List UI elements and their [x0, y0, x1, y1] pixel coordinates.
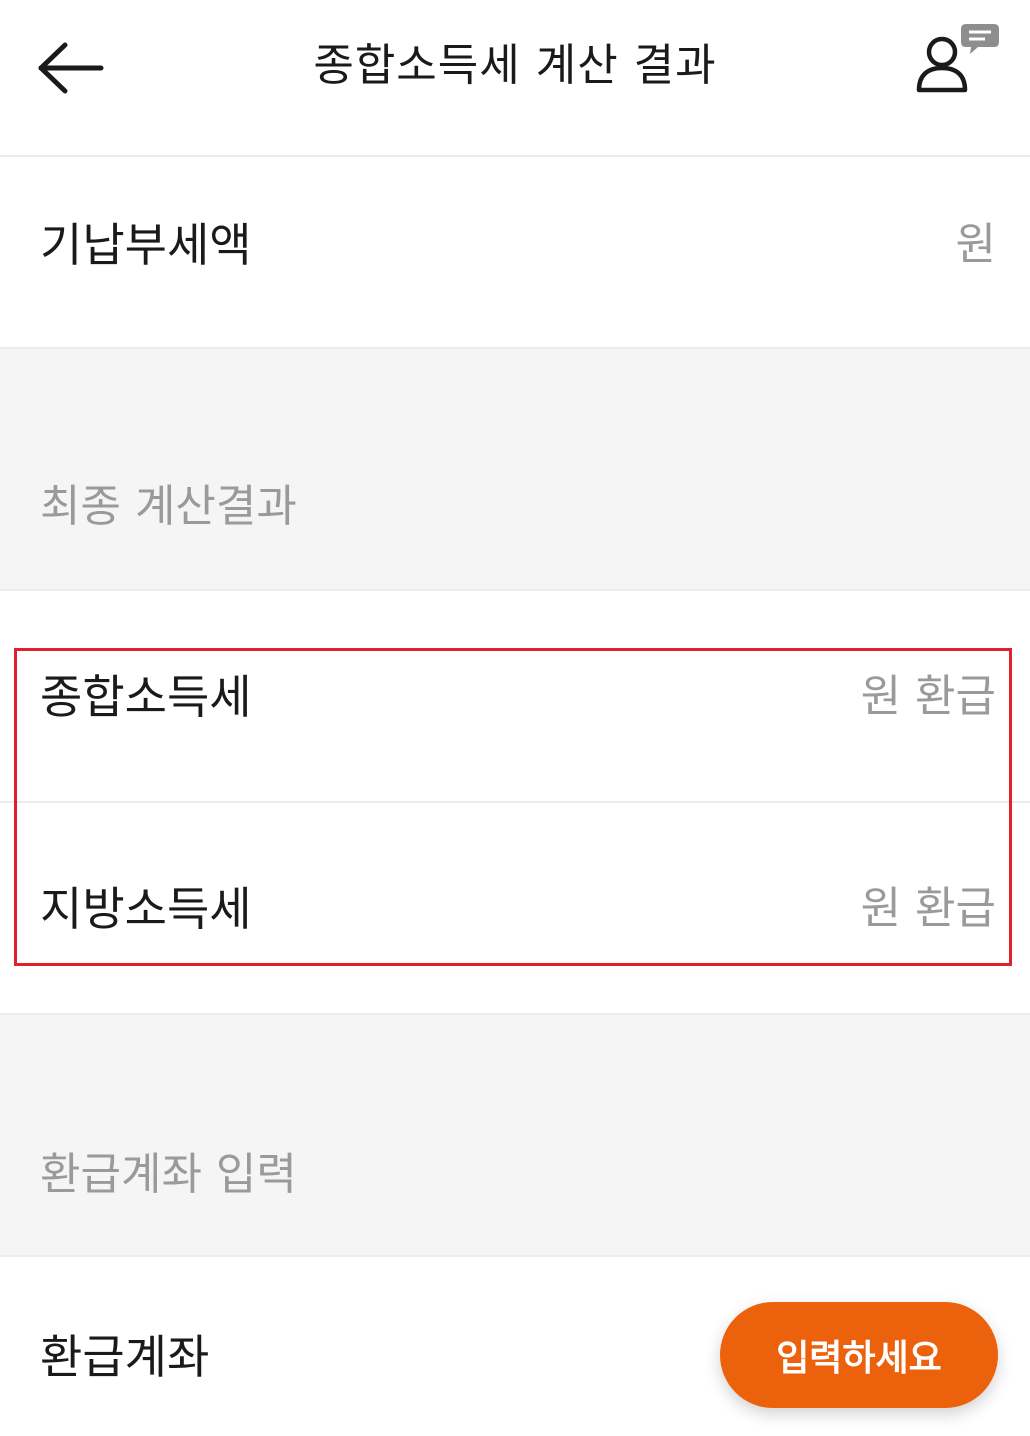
prepaid-tax-label: 기납부세액: [40, 218, 252, 272]
local-income-tax-label: 지방소득세: [40, 882, 252, 936]
user-chat-icon: [916, 24, 999, 93]
income-tax-row: 종합소득세 원 환급: [0, 591, 1030, 801]
prepaid-tax-row: 기납부세액 원: [0, 157, 1030, 347]
profile-chat-button[interactable]: [908, 18, 1008, 102]
page-title: 종합소득세 계산 결과: [313, 40, 717, 91]
local-income-tax-value: 원 환급: [860, 883, 996, 934]
refund-account-label: 환급계좌: [40, 1330, 210, 1384]
prepaid-tax-value: 원: [955, 219, 996, 270]
income-tax-value: 원 환급: [860, 671, 996, 722]
final-result-section-header: 최종 계산결과: [0, 347, 1030, 591]
income-tax-label: 종합소득세: [40, 670, 252, 724]
final-result-section-title: 최종 계산결과: [40, 481, 297, 532]
top-app-bar: 종합소득세 계산 결과: [0, 0, 1030, 157]
refund-account-section-header: 환급계좌 입력: [0, 1013, 1030, 1257]
local-income-tax-row: 지방소득세 원 환급: [0, 803, 1030, 1013]
refund-account-section-title: 환급계좌 입력: [40, 1149, 297, 1200]
enter-account-button[interactable]: 입력하세요: [720, 1302, 998, 1408]
